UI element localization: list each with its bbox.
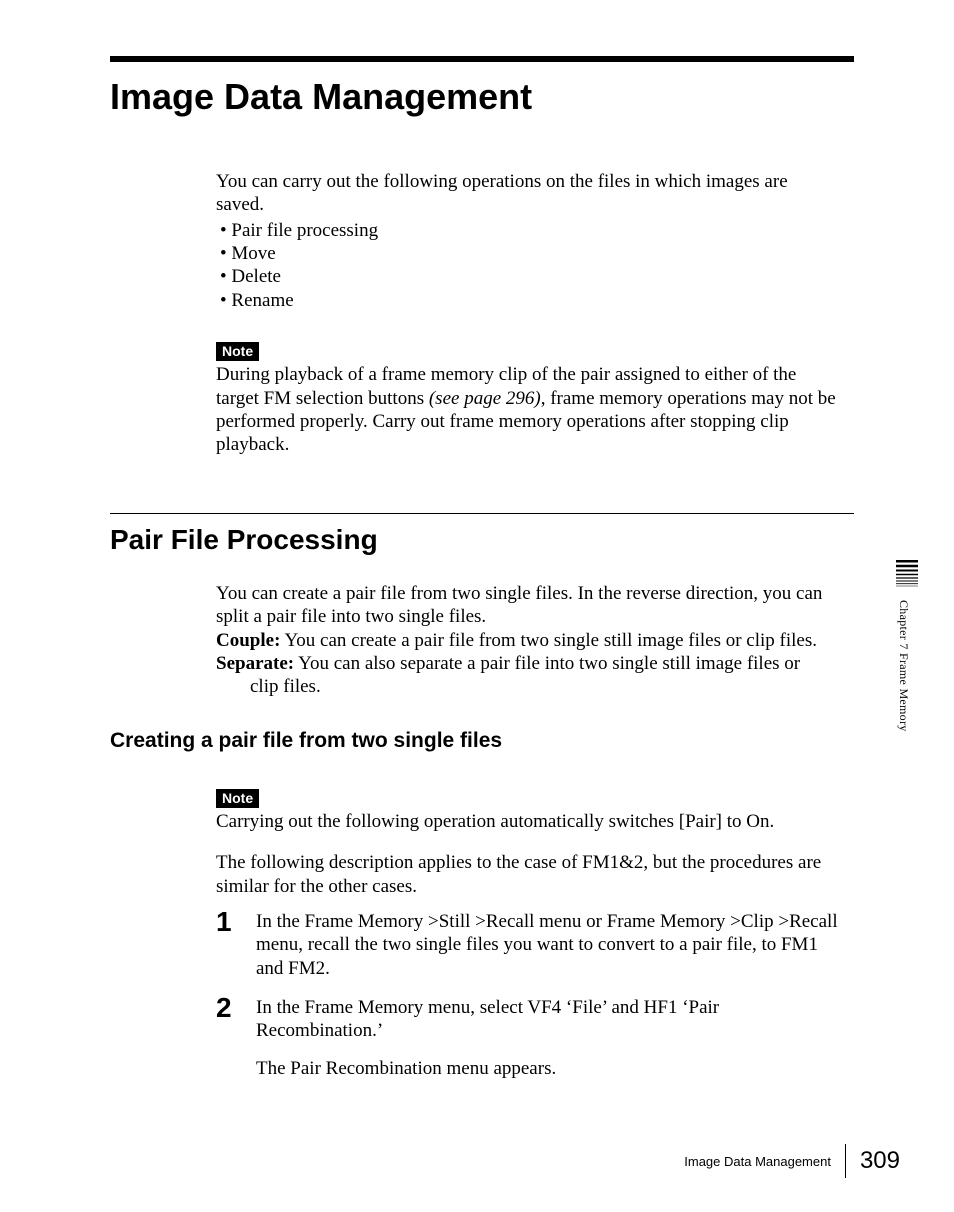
- note-2-body: Carrying out the following operation aut…: [216, 810, 838, 833]
- definition-couple: Couple: You can create a pair file from …: [216, 629, 838, 652]
- body-couple: You can create a pair file from two sing…: [280, 630, 817, 651]
- steps: 1 In the Frame Memory >Still >Recall men…: [216, 910, 838, 1080]
- list-item: Pair file processing: [220, 219, 838, 242]
- step-number: 2: [216, 994, 256, 1022]
- definition-separate: Separate: You can also separate a pair f…: [216, 652, 838, 699]
- pair-intro: You can create a pair file from two sing…: [216, 582, 838, 629]
- side-tab-text: Chapter 7 Frame Memory: [896, 600, 911, 732]
- page-title: Image Data Management: [110, 76, 894, 118]
- list-item: Rename: [220, 289, 838, 312]
- step-text: In the Frame Memory >Still >Recall menu …: [256, 910, 838, 980]
- footer-section-label: Image Data Management: [684, 1154, 831, 1169]
- footer: Image Data Management 309: [684, 1144, 900, 1178]
- term-separate: Separate:: [216, 653, 294, 674]
- note-1-reference: (see page 296): [429, 388, 541, 409]
- body-separate-a: You can also separate a pair file into t…: [294, 653, 800, 674]
- step-text: In the Frame Memory menu, select VF4 ‘Fi…: [256, 996, 838, 1043]
- intro-paragraph: You can carry out the following operatio…: [216, 170, 838, 217]
- step-number: 1: [216, 908, 256, 936]
- step-result: The Pair Recombination menu appears.: [256, 1057, 838, 1080]
- title-rule: [110, 56, 854, 62]
- section-title: Pair File Processing: [110, 524, 894, 556]
- page-number: 309: [860, 1147, 900, 1175]
- note-badge: Note: [216, 342, 259, 361]
- note-1-body: During playback of a frame memory clip o…: [216, 363, 838, 456]
- body-separate-b: clip files.: [250, 675, 838, 698]
- list-item: Move: [220, 242, 838, 265]
- definitions: Couple: You can create a pair file from …: [216, 629, 838, 699]
- note-badge: Note: [216, 789, 259, 808]
- side-tab: Chapter 7 Frame Memory: [896, 560, 918, 732]
- thumb-index-icon: [896, 560, 918, 590]
- term-couple: Couple:: [216, 630, 280, 651]
- list-item: Delete: [220, 265, 838, 288]
- sub-heading: Creating a pair file from two single fil…: [110, 729, 854, 753]
- section-rule: [110, 513, 854, 514]
- step-1: 1 In the Frame Memory >Still >Recall men…: [216, 910, 838, 980]
- case-intro: The following description applies to the…: [216, 851, 838, 898]
- step-2: 2 In the Frame Memory menu, select VF4 ‘…: [216, 996, 838, 1080]
- footer-separator: [845, 1144, 846, 1178]
- operations-list: Pair file processing Move Delete Rename: [216, 219, 838, 312]
